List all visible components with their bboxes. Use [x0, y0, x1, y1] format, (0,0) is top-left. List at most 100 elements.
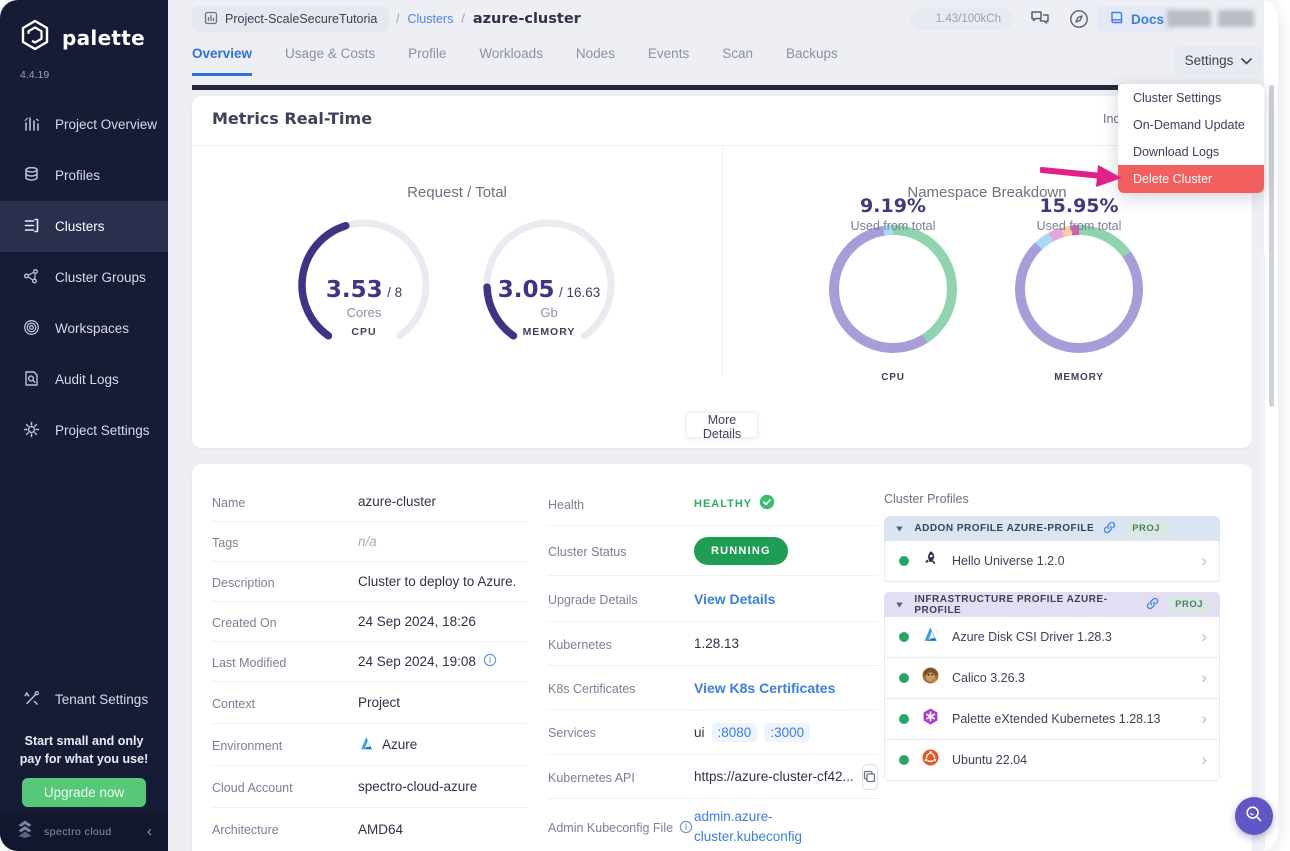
sidebar-item-workspaces[interactable]: Workspaces	[0, 303, 168, 354]
detail-value: 24 Sep 2024, 18:26	[358, 614, 476, 629]
kubeconfig-download-link[interactable]: admin.azure-cluster.kubeconfig	[694, 807, 844, 848]
scrollbar-track	[1259, 252, 1265, 851]
copy-button[interactable]	[861, 763, 878, 790]
breadcrumb-current-cluster: azure-cluster	[472, 11, 581, 27]
menu-item-download-logs[interactable]: Download Logs	[1118, 138, 1264, 165]
docs-button[interactable]: Docs	[1097, 6, 1177, 32]
detail-row-environment: Environment Azure	[212, 724, 527, 766]
detail-value: AMD64	[358, 821, 404, 837]
info-icon[interactable]	[483, 653, 497, 670]
chat-bubbles-icon[interactable]	[1028, 7, 1052, 36]
addon-profile-header[interactable]: ▼ ADDON PROFILE AZURE-PROFILE PROJ	[884, 516, 1220, 541]
compass-icon[interactable]	[1068, 8, 1090, 35]
detail-label: Architecture	[212, 823, 279, 837]
menu-item-cluster-settings[interactable]: Cluster Settings	[1118, 84, 1264, 111]
addon-profile-name: ADDON PROFILE AZURE-PROFILE	[914, 523, 1095, 534]
sidebar-item-project-settings[interactable]: Project Settings	[0, 405, 168, 456]
tab-nodes[interactable]: Nodes	[576, 46, 615, 76]
tab-scan[interactable]: Scan	[722, 46, 753, 76]
last-modified-value: 24 Sep 2024, 19:08	[358, 654, 476, 669]
link-icon[interactable]	[1103, 521, 1116, 537]
breadcrumb-separator: /	[461, 12, 465, 26]
detail-label: K8s Certificates	[548, 681, 636, 696]
info-icon[interactable]	[679, 820, 693, 837]
infrastructure-profile-header[interactable]: ▼ INFRASTRUCTURE PROFILE AZURE-PROFILE P…	[884, 592, 1220, 617]
cpu-request-value: 3.53	[325, 277, 383, 303]
sidebar-item-profiles[interactable]: Profiles	[0, 150, 168, 201]
profile-pack-name: Palette eXtended Kubernetes 1.28.13	[952, 712, 1161, 726]
detail-row-cluster-status: Cluster Status RUNNING	[548, 526, 878, 576]
memory-used-percent: 15.95%	[1039, 195, 1119, 217]
calico-icon	[921, 666, 940, 690]
health-status: HEALTHY	[694, 494, 775, 513]
tab-events[interactable]: Events	[648, 46, 689, 76]
cpu-donut-metric: CPU	[881, 372, 905, 383]
sidebar-item-audit-logs[interactable]: Audit Logs	[0, 354, 168, 405]
sidebar-collapse-chevron[interactable]: ‹	[147, 823, 152, 840]
detail-row-architecture: Architecture AMD64	[212, 808, 527, 850]
profile-row-palette-k8s[interactable]: Palette eXtended Kubernetes 1.28.13 ›	[884, 699, 1220, 740]
promo-text: Start small and only pay for what you us…	[19, 734, 149, 767]
profile-row-hello-universe[interactable]: Hello Universe 1.2.0 ›	[884, 541, 1220, 582]
detail-value: n/a	[358, 534, 377, 549]
credits-usage-pill[interactable]: 1.43/100kCh	[910, 8, 1013, 30]
sidebar-item-cluster-groups[interactable]: Cluster Groups	[0, 252, 168, 303]
chevron-right-icon: ›	[1201, 551, 1207, 570]
detail-row-health: Health HEALTHY	[548, 482, 878, 526]
service-port-link[interactable]: :8080	[711, 722, 758, 742]
view-k8s-certificates-link[interactable]: View K8s Certificates	[694, 680, 835, 696]
kubeconfig-label-text: Admin Kubeconfig File	[548, 821, 674, 835]
tab-overview[interactable]: Overview	[192, 46, 253, 76]
detail-label: Name	[212, 495, 246, 510]
menu-item-on-demand-update[interactable]: On-Demand Update	[1118, 111, 1264, 138]
detail-value: 24 Sep 2024, 19:08	[358, 653, 497, 670]
sidebar-item-clusters[interactable]: Clusters	[0, 201, 168, 252]
tab-workloads[interactable]: Workloads	[479, 46, 543, 76]
book-icon	[1109, 10, 1124, 28]
check-circle-icon	[759, 494, 775, 513]
link-icon[interactable]	[1146, 597, 1159, 613]
detail-value: Project	[358, 695, 401, 710]
detail-row-name: Name azure-cluster	[212, 482, 527, 522]
tab-usage-costs[interactable]: Usage & Costs	[285, 46, 375, 76]
view-details-link[interactable]: View Details	[694, 591, 775, 607]
sidebar: palette 4.4.19 Project Overview Profiles…	[0, 0, 168, 851]
search-help-fab[interactable]	[1235, 797, 1273, 835]
detail-row-admin-kubeconfig: Admin Kubeconfig File admin.azure-cluste…	[548, 799, 878, 851]
settings-dropdown-button[interactable]: Settings	[1174, 46, 1263, 74]
concentric-rings-icon	[22, 318, 41, 340]
tools-icon	[22, 689, 41, 711]
profile-row-calico[interactable]: Calico 3.26.3 ›	[884, 658, 1220, 699]
detail-label: Kubernetes	[548, 637, 612, 652]
sidebar-item-project-overview[interactable]: Project Overview	[0, 99, 168, 150]
breadcrumb: / Clusters / azure-cluster	[396, 6, 581, 32]
memory-request-gauge: 3.05 / 16.63 Gb MEMORY	[479, 215, 619, 361]
proj-scope-badge: PROJ	[1125, 520, 1168, 537]
sidebar-item-tenant-settings[interactable]: Tenant Settings	[0, 674, 168, 725]
chevron-down-icon	[1241, 53, 1253, 68]
scrollbar-thumb[interactable]	[1269, 85, 1274, 407]
detail-value: Cluster to deploy to Azure.	[358, 574, 517, 589]
profile-row-ubuntu[interactable]: Ubuntu 22.04 ›	[884, 740, 1220, 781]
azure-logo-icon	[358, 735, 375, 755]
tab-backups[interactable]: Backups	[786, 46, 838, 76]
running-status-badge: RUNNING	[694, 536, 788, 565]
detail-row-kubernetes: Kubernetes 1.28.13	[548, 622, 878, 666]
status-dot-green	[899, 673, 909, 683]
detail-label: Description	[212, 575, 275, 590]
more-details-button[interactable]: More Details	[686, 412, 758, 441]
breadcrumb-separator: /	[396, 12, 400, 26]
brand-name: palette	[62, 25, 146, 50]
breadcrumb-project-pill[interactable]: Project-ScaleSecureTutoria	[192, 6, 390, 32]
upgrade-now-button[interactable]: Upgrade now	[21, 778, 147, 808]
breadcrumb-clusters-link[interactable]: Clusters	[407, 12, 453, 26]
profile-row-azure-disk[interactable]: Azure Disk CSI Driver 1.28.3 ›	[884, 617, 1220, 658]
service-port-link[interactable]: :3000	[764, 722, 811, 742]
tab-profile[interactable]: Profile	[408, 46, 446, 76]
sidebar-item-label: Clusters	[55, 219, 105, 234]
footer-brand-name: spectro cloud	[44, 825, 112, 838]
memory-used-label: Used from total	[1036, 219, 1122, 233]
menu-item-delete-cluster[interactable]: Delete Cluster	[1118, 165, 1264, 193]
detail-label: Services	[548, 726, 596, 740]
upgrade-promo: Start small and only pay for what you us…	[0, 728, 168, 808]
